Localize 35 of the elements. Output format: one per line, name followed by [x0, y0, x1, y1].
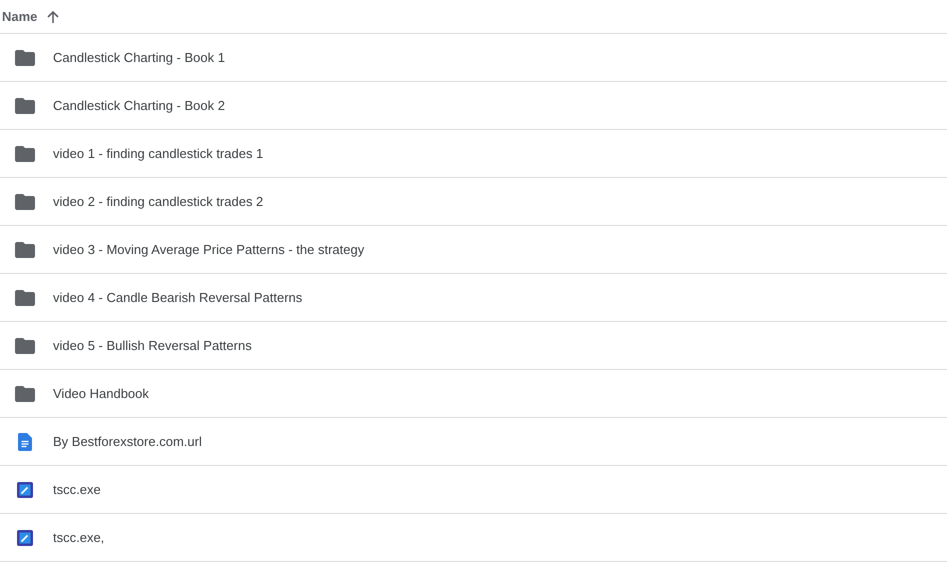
file-row[interactable]: video 4 - Candle Bearish Reversal Patterns [0, 274, 947, 322]
folder-icon [15, 146, 35, 162]
document-icon [18, 432, 32, 450]
name-column-header[interactable]: Name [0, 9, 38, 24]
folder-icon [15, 194, 35, 210]
file-name: By Bestforexstore.com.url [53, 434, 202, 449]
file-row[interactable]: tscc.exe, [0, 514, 947, 562]
file-row[interactable]: video 2 - finding candlestick trades 2 [0, 178, 947, 226]
file-row[interactable]: video 5 - Bullish Reversal Patterns [0, 322, 947, 370]
file-row[interactable]: Candlestick Charting - Book 2 [0, 82, 947, 130]
file-name: Candlestick Charting - Book 1 [53, 50, 225, 65]
file-row[interactable]: Candlestick Charting - Book 1 [0, 34, 947, 82]
file-row[interactable]: video 3 - Moving Average Price Patterns - the strategy [0, 226, 947, 274]
folder-icon [15, 386, 35, 402]
folder-icon [15, 50, 35, 66]
program-icon [17, 482, 33, 498]
file-name: video 2 - finding candlestick trades 2 [53, 194, 264, 209]
file-name: tscc.exe [53, 482, 101, 497]
file-name: video 5 - Bullish Reversal Patterns [53, 338, 252, 353]
file-name: Candlestick Charting - Book 2 [53, 98, 225, 113]
file-name: tscc.exe, [53, 530, 104, 545]
program-icon [17, 530, 33, 546]
sort-arrow-icon[interactable] [46, 10, 60, 24]
folder-icon [15, 98, 35, 114]
file-row[interactable]: Video Handbook [0, 370, 947, 418]
folder-icon [15, 338, 35, 354]
file-row[interactable]: video 1 - finding candlestick trades 1 [0, 130, 947, 178]
folder-icon [15, 242, 35, 258]
folder-icon [15, 290, 35, 306]
file-name: video 1 - finding candlestick trades 1 [53, 146, 264, 161]
file-row[interactable]: By Bestforexstore.com.url [0, 418, 947, 466]
file-name: Video Handbook [53, 386, 149, 401]
file-name: video 4 - Candle Bearish Reversal Patterns [53, 290, 302, 305]
file-row[interactable]: tscc.exe [0, 466, 947, 514]
file-name: video 3 - Moving Average Price Patterns - the strategy [53, 242, 364, 257]
